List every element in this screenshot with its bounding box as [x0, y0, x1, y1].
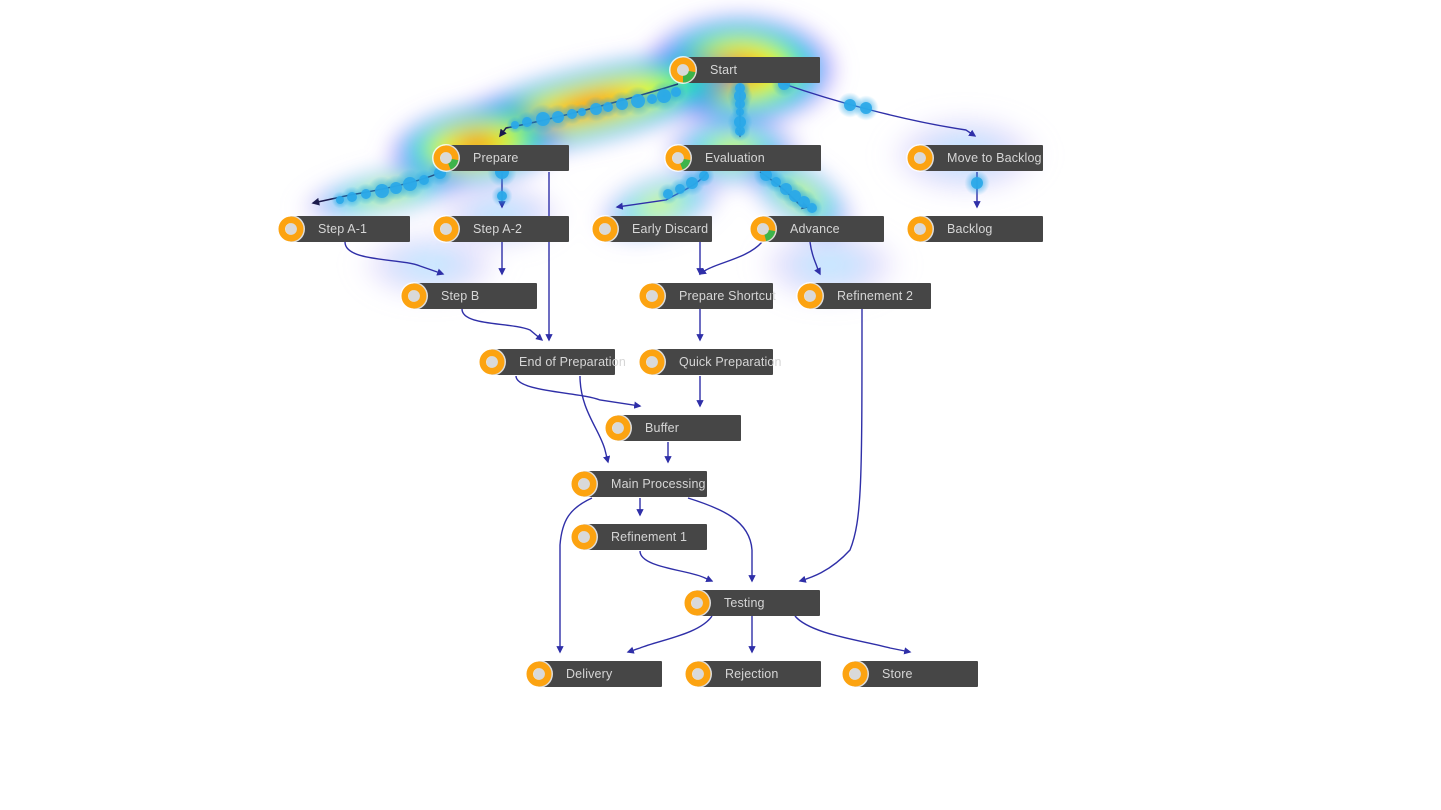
- node-evaluation[interactable]: Evaluation: [663, 144, 821, 172]
- node-label: Move to Backlog: [947, 151, 1042, 165]
- node-bar: [854, 661, 978, 687]
- node-label: Rejection: [725, 667, 779, 681]
- node-main-processing[interactable]: Main Processing: [569, 470, 707, 498]
- node-status-ring-icon: [400, 282, 428, 310]
- node-label: Refinement 1: [611, 530, 688, 544]
- node-label: Step A-2: [473, 222, 523, 236]
- node-backlog[interactable]: Backlog: [905, 215, 1043, 243]
- node-label: Advance: [790, 222, 840, 236]
- node-status-ring-icon: [478, 348, 506, 376]
- node-label: Store: [882, 667, 913, 681]
- node-step-a-1[interactable]: Step A-1: [276, 215, 410, 243]
- node-label: Refinement 2: [837, 289, 914, 303]
- node-status-ring-icon: [432, 215, 460, 243]
- node-status-ring-icon: [841, 660, 869, 688]
- node-rejection[interactable]: Rejection: [683, 660, 821, 688]
- node-refinement-2[interactable]: Refinement 2: [795, 282, 931, 310]
- node-store[interactable]: Store: [840, 660, 978, 688]
- node-move-to-backlog[interactable]: Move to Backlog: [905, 144, 1043, 172]
- node-quick-preparation[interactable]: Quick Preparation: [637, 348, 782, 376]
- node-status-ring-icon: [684, 660, 712, 688]
- node-label: Start: [710, 63, 738, 77]
- node-status-ring-icon: [796, 282, 824, 310]
- node-status-ring-icon: [749, 215, 777, 243]
- node-status-ring-icon: [669, 56, 697, 84]
- node-delivery[interactable]: Delivery: [524, 660, 662, 688]
- node-refinement-1[interactable]: Refinement 1: [569, 523, 707, 551]
- node-buffer[interactable]: Buffer: [603, 414, 741, 442]
- node-status-ring-icon: [525, 660, 553, 688]
- node-status-ring-icon: [906, 144, 934, 172]
- node-status-ring-icon: [570, 470, 598, 498]
- node-status-ring-icon: [683, 589, 711, 617]
- diagram-canvas: Start Prepare Evaluation Move to Backlog Ste…: [0, 0, 1441, 810]
- node-status-ring-icon: [638, 282, 666, 310]
- node-bar: [682, 57, 820, 83]
- node-status-ring-icon: [570, 523, 598, 551]
- node-label: Delivery: [566, 667, 613, 681]
- node-label: Step B: [441, 289, 480, 303]
- node-label: Buffer: [645, 421, 680, 435]
- node-label: End of Preparation: [519, 355, 626, 369]
- node-end-of-preparation[interactable]: End of Preparation: [477, 348, 626, 376]
- node-layer: Start Prepare Evaluation Move to Backlog Ste…: [0, 0, 1441, 810]
- node-label: Step A-1: [318, 222, 368, 236]
- node-status-ring-icon: [604, 414, 632, 442]
- node-label: Prepare Shortcut: [679, 289, 776, 303]
- node-label: Prepare: [473, 151, 519, 165]
- node-status-ring-icon: [432, 144, 460, 172]
- node-status-ring-icon: [664, 144, 692, 172]
- node-step-b[interactable]: Step B: [399, 282, 537, 310]
- node-label: Testing: [724, 596, 765, 610]
- node-label: Main Processing: [611, 477, 706, 491]
- node-testing[interactable]: Testing: [682, 589, 820, 617]
- node-prepare-shortcut[interactable]: Prepare Shortcut: [637, 282, 776, 310]
- node-advance[interactable]: Advance: [748, 215, 884, 243]
- node-step-a-2[interactable]: Step A-2: [431, 215, 569, 243]
- node-status-ring-icon: [591, 215, 619, 243]
- node-label: Backlog: [947, 222, 993, 236]
- node-status-ring-icon: [638, 348, 666, 376]
- node-status-ring-icon: [277, 215, 305, 243]
- node-label: Evaluation: [705, 151, 765, 165]
- node-start[interactable]: Start: [668, 56, 820, 84]
- node-early-discard[interactable]: Early Discard: [590, 215, 712, 243]
- node-label: Early Discard: [632, 222, 709, 236]
- node-label: Quick Preparation: [679, 355, 782, 369]
- node-prepare[interactable]: Prepare: [431, 144, 569, 172]
- node-status-ring-icon: [906, 215, 934, 243]
